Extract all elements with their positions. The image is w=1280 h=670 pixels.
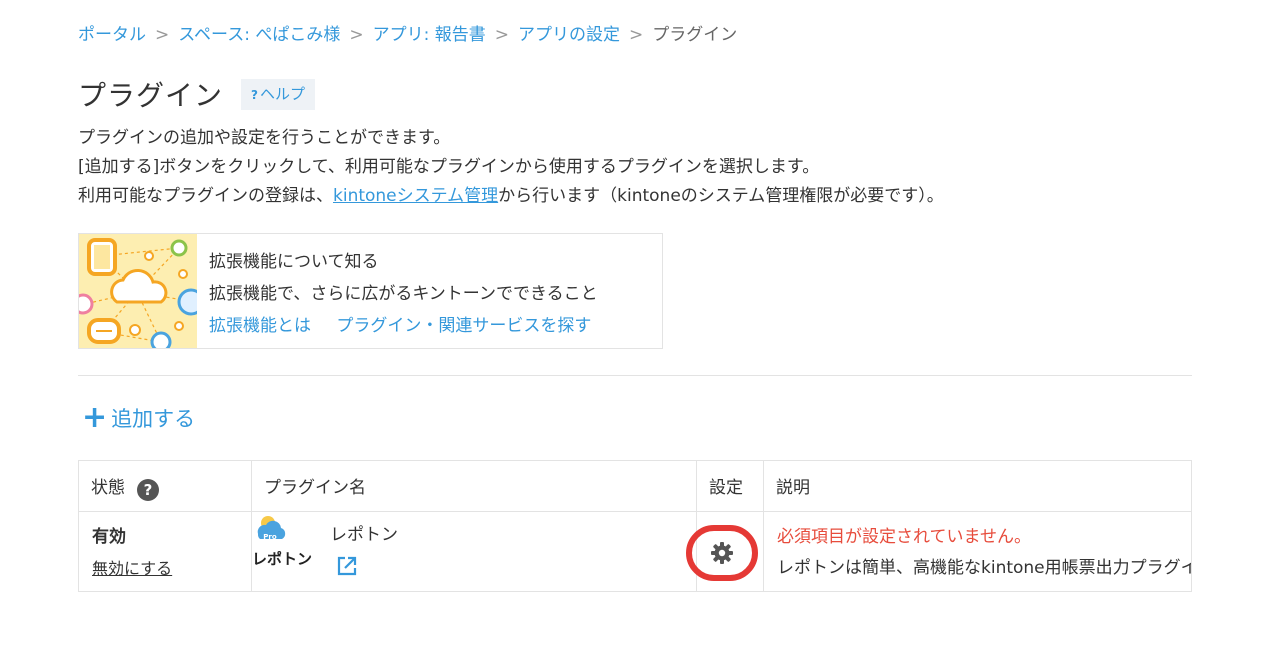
description-text: から行います（kintoneのシステム管理権限が必要です）。 — [498, 186, 944, 206]
breadcrumb-separator: > — [155, 25, 170, 45]
breadcrumb-separator: > — [628, 25, 644, 45]
table-row: 有効 無効にする Pro レポトン レポトン 必須項目が設定されていません。 レ… — [79, 512, 1192, 591]
breadcrumb-separator: > — [494, 25, 509, 45]
help-button[interactable]: ? ヘルプ — [241, 78, 315, 110]
extension-illustration — [79, 234, 197, 348]
header-status: 状態? — [79, 461, 252, 511]
add-plugin-button[interactable]: + 追加する — [82, 403, 195, 433]
plugin-table: 状態? プラグイン名 設定 説明 有効 無効にする Pro レポトン レポトン — [78, 460, 1192, 592]
repoton-logo-icon: Pro レポトン — [252, 516, 312, 568]
help-icon: ? — [251, 88, 258, 102]
disable-link[interactable]: 無効にする — [92, 555, 251, 579]
status-help-icon[interactable]: ? — [137, 479, 159, 501]
description-line: 利用可能なプラグインの登録は、kintoneシステム管理から行います（kinto… — [78, 182, 944, 211]
plus-icon: + — [82, 400, 108, 435]
external-link-icon[interactable] — [336, 555, 358, 577]
error-message: 必須項目が設定されていません。 — [777, 527, 1031, 547]
breadcrumb-separator: > — [349, 25, 364, 45]
breadcrumb-app-settings[interactable]: アプリの設定 — [518, 25, 620, 45]
about-extensions-link[interactable]: 拡張機能とは — [209, 316, 311, 336]
description-text: 利用可能なプラグインの登録は、 — [78, 186, 333, 206]
find-plugins-link[interactable]: プラグイン・関連サービスを探す — [336, 316, 591, 336]
header-settings: 設定 — [697, 461, 764, 511]
repoton-logo: Pro レポトン — [252, 512, 696, 577]
gear-icon — [711, 542, 733, 564]
breadcrumb-current: プラグイン — [652, 25, 738, 45]
extension-title: 拡張機能について知る — [209, 252, 379, 272]
kintone-system-admin-link[interactable]: kintoneシステム管理 — [333, 186, 498, 206]
description-line: プラグインの追加や設定を行うことができます。 — [78, 128, 451, 148]
logo-badge: Pro — [263, 533, 277, 541]
breadcrumb-portal[interactable]: ポータル — [78, 25, 146, 45]
status-cell: 有効 無効にする — [79, 512, 252, 591]
divider — [78, 375, 1192, 376]
extension-links: 拡張機能とは プラグイン・関連サービスを探す — [209, 310, 611, 342]
network-illustration-icon — [79, 238, 197, 348]
help-label: ヘルプ — [259, 85, 305, 103]
add-plugin-label: 追加する — [111, 407, 196, 431]
logo-text: レポトン — [252, 550, 312, 568]
status-enabled: 有効 — [92, 527, 126, 547]
header-description: 説明 — [776, 478, 810, 498]
page-title: プラグイン — [78, 79, 224, 112]
title-row: プラグイン ? ヘルプ — [78, 74, 315, 114]
plugin-description: レポトンは簡単、高機能なkintone用帳票出力プラグインです。 — [777, 558, 1192, 578]
extension-subtitle: 拡張機能で、さらに広がるキントーンでできること — [209, 284, 598, 304]
header-plugin-name: プラグイン名 — [252, 461, 697, 511]
plugin-name: レポトン — [330, 525, 398, 545]
description-cell: 必須項目が設定されていません。 レポトンは簡単、高機能なkintone用帳票出力… — [764, 512, 1192, 591]
header-status-label: 状態 — [91, 478, 125, 498]
description-line: [追加する]ボタンをクリックして、利用可能なプラグインから使用するプラグインを選… — [78, 157, 820, 177]
plugin-name-cell: Pro レポトン レポトン — [252, 512, 697, 591]
table-header: 状態? プラグイン名 設定 説明 — [79, 461, 1191, 512]
breadcrumb-app[interactable]: アプリ: 報告書 — [373, 25, 486, 45]
breadcrumb-space[interactable]: スペース: ぺぱこみ様 — [178, 25, 340, 45]
extension-text: 拡張機能について知る 拡張機能で、さらに広がるキントーンでできること 拡張機能と… — [197, 234, 611, 348]
settings-cell — [686, 512, 764, 591]
extension-promo-box: 拡張機能について知る 拡張機能で、さらに広がるキントーンでできること 拡張機能と… — [78, 233, 663, 349]
page-description: プラグインの追加や設定を行うことができます。 [追加する]ボタンをクリックして、… — [78, 124, 944, 211]
breadcrumb: ポータル > スペース: ぺぱこみ様 > アプリ: 報告書 > アプリの設定 > プラグイン — [78, 20, 737, 45]
plugin-settings-button[interactable] — [686, 525, 758, 581]
